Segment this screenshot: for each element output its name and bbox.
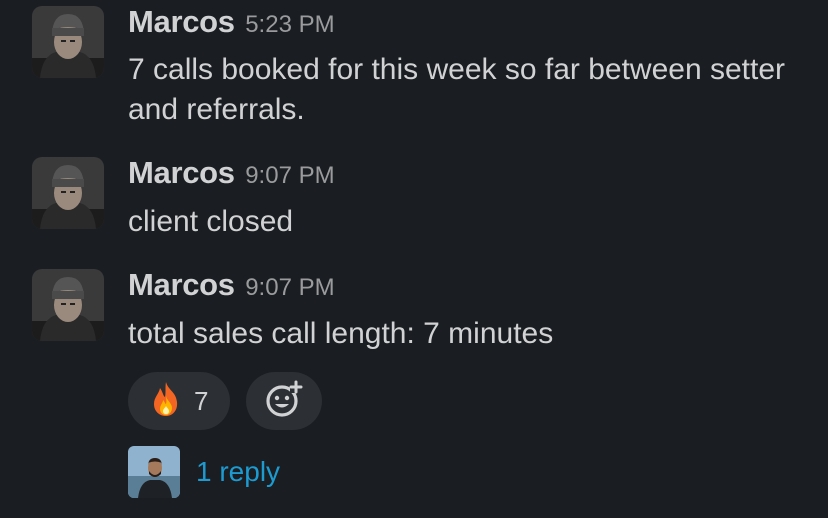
- author-name[interactable]: Marcos: [128, 267, 235, 302]
- author-name[interactable]: Marcos: [128, 4, 235, 39]
- message-header: Marcos 5:23 PM: [128, 4, 335, 40]
- user-avatar[interactable]: [32, 157, 104, 229]
- timestamp[interactable]: 9:07 PM: [245, 274, 334, 301]
- reply-count-link[interactable]: 1 reply: [196, 456, 280, 488]
- reply-user-avatar: [128, 446, 180, 498]
- message-header: Marcos 9:07 PM: [128, 155, 335, 191]
- message-feed: Marcos 5:23 PM 7 calls booked for this w…: [0, 0, 828, 518]
- author-name[interactable]: Marcos: [128, 155, 235, 190]
- add-reaction-icon: [264, 379, 304, 424]
- message-text: client closed: [128, 205, 294, 238]
- add-reaction-button[interactable]: [246, 372, 322, 430]
- fire-emoji-icon: [148, 380, 184, 423]
- user-avatar[interactable]: [32, 6, 104, 78]
- fire-reaction-button[interactable]: 7: [128, 372, 230, 430]
- message-header: Marcos 9:07 PM: [128, 267, 335, 303]
- message-text: total sales call length: 7 minutes: [128, 317, 554, 350]
- timestamp[interactable]: 9:07 PM: [245, 162, 334, 189]
- reaction-bar: 7: [128, 372, 322, 430]
- reaction-count: 7: [194, 385, 209, 416]
- timestamp[interactable]: 5:23 PM: [245, 11, 334, 38]
- thread-replies[interactable]: 1 reply: [128, 446, 280, 498]
- message-text: 7 calls booked for this week so far betw…: [128, 53, 786, 126]
- user-avatar[interactable]: [32, 269, 104, 341]
